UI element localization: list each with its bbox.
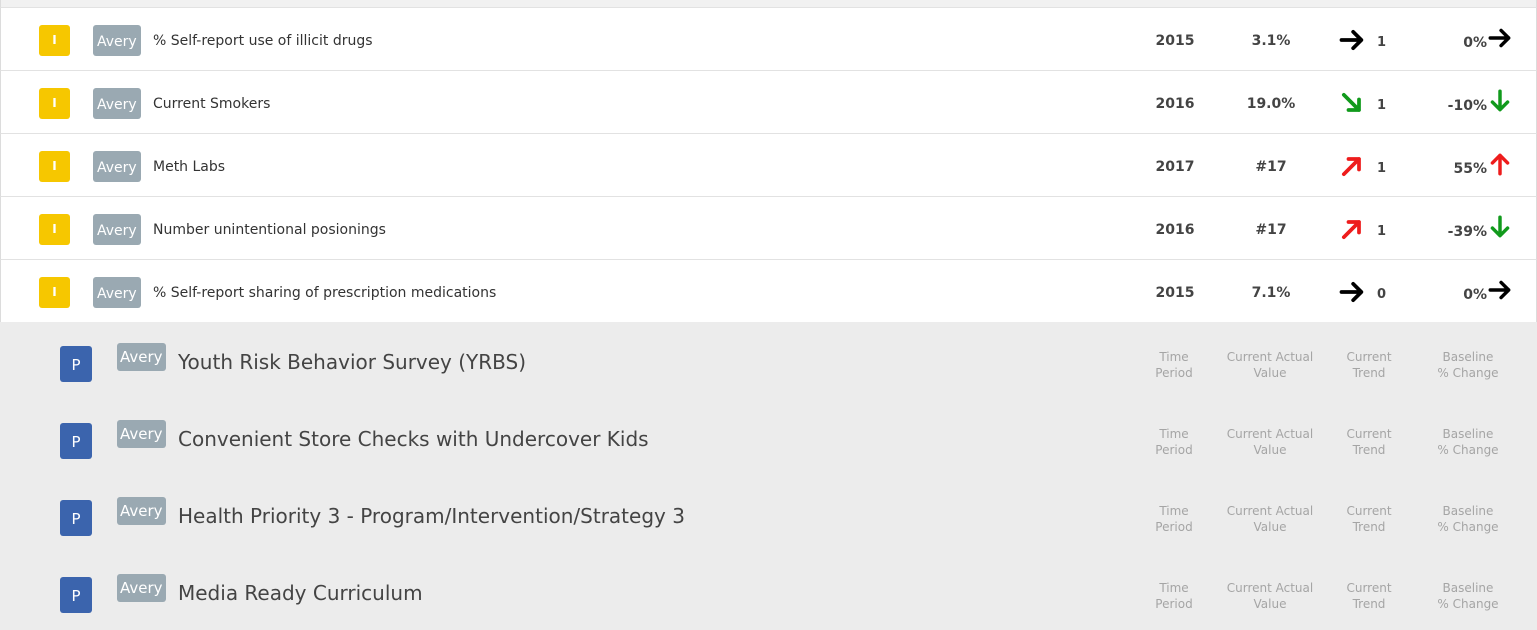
indicator-title[interactable]: % Self-report use of illicit drugs	[153, 31, 373, 51]
indicator-row[interactable]: I Avery Number unintentional posionings …	[0, 196, 1537, 259]
header-current-value: Current Actual Value	[1226, 427, 1314, 457]
indicator-title[interactable]: Number unintentional posionings	[153, 220, 386, 240]
header-current-trend: Current Trend	[1346, 504, 1392, 534]
header-time-period: Time Period	[1155, 581, 1193, 611]
program-badge: P	[60, 500, 92, 536]
header-current-trend: Current Trend	[1346, 427, 1392, 457]
header-time-period: Time Period	[1155, 504, 1193, 534]
baseline-change: -39%	[1447, 224, 1487, 240]
change-right-arrow-icon	[1487, 23, 1515, 53]
program-badge: P	[60, 423, 92, 459]
indicator-badge: I	[39, 277, 70, 308]
indicator-badge: I	[39, 151, 70, 182]
header-time-period: Time Period	[1155, 350, 1193, 380]
owner-tag: Avery	[93, 214, 141, 245]
indicator-row[interactable]: I Avery Meth Labs 2017 #17 1 55%	[0, 133, 1537, 196]
indicator-badge: I	[39, 214, 70, 245]
baseline-change: 55%	[1453, 161, 1487, 177]
baseline-change: -10%	[1447, 98, 1487, 114]
header-current-value: Current Actual Value	[1226, 504, 1314, 534]
header-current-value: Current Actual Value	[1226, 581, 1314, 611]
current-value: 19.0%	[1246, 96, 1296, 112]
owner-tag: Avery	[93, 151, 141, 182]
current-value: 3.1%	[1251, 33, 1291, 49]
time-period: 2016	[1155, 96, 1195, 112]
time-period: 2015	[1155, 33, 1195, 49]
time-period: 2016	[1155, 222, 1195, 238]
current-value: #17	[1255, 222, 1287, 238]
indicator-row[interactable]: I Avery % Self-report use of illicit dru…	[0, 7, 1537, 70]
header-baseline-change: Baseline% Change	[1437, 504, 1499, 534]
indicator-title[interactable]: Meth Labs	[153, 157, 225, 177]
trend-count: 1	[1377, 35, 1387, 50]
program-row[interactable]: P Avery Youth Risk Behavior Survey (YRBS…	[0, 322, 1537, 399]
trend-down-right-arrow-icon	[1337, 89, 1371, 117]
owner-tag: Avery	[117, 497, 166, 525]
indicator-row[interactable]: I Avery % Self-report sharing of prescri…	[0, 259, 1537, 322]
owner-tag: Avery	[93, 25, 141, 56]
program-title[interactable]: Youth Risk Behavior Survey (YRBS)	[178, 347, 526, 377]
indicator-title[interactable]: % Self-report sharing of prescription me…	[153, 283, 496, 303]
indicator-title[interactable]: Current Smokers	[153, 94, 270, 114]
header-time-period: Time Period	[1155, 427, 1193, 457]
header-baseline-change: Baseline% Change	[1437, 581, 1499, 611]
trend-right-arrow-icon	[1337, 278, 1371, 306]
owner-tag: Avery	[93, 277, 141, 308]
owner-tag: Avery	[117, 420, 166, 448]
header-baseline-change: Baseline% Change	[1437, 427, 1499, 457]
header-current-trend: Current Trend	[1346, 350, 1392, 380]
current-value: 7.1%	[1251, 285, 1291, 301]
time-period: 2015	[1155, 285, 1195, 301]
indicator-badge: I	[39, 88, 70, 119]
indicator-row[interactable]: I Avery Current Smokers 2016 19.0% 1 -10…	[0, 70, 1537, 133]
trend-count: 0	[1377, 287, 1387, 302]
trend-up-right-arrow-icon	[1337, 152, 1371, 180]
trend-right-arrow-icon	[1337, 26, 1371, 54]
header-baseline-change: Baseline% Change	[1437, 350, 1499, 380]
program-title[interactable]: Health Priority 3 - Program/Intervention…	[178, 501, 685, 531]
program-row[interactable]: P Avery Media Ready Curriculum Time Perio…	[0, 553, 1537, 630]
change-down-arrow-icon	[1487, 212, 1515, 242]
owner-tag: Avery	[93, 88, 141, 119]
baseline-change: 0%	[1463, 287, 1487, 303]
program-title[interactable]: Convenient Store Checks with Undercover …	[178, 424, 649, 454]
baseline-change: 0%	[1463, 35, 1487, 51]
program-row[interactable]: P Avery Convenient Store Checks with Und…	[0, 399, 1537, 476]
trend-count: 1	[1377, 224, 1387, 239]
change-up-arrow-icon	[1487, 149, 1515, 179]
time-period: 2017	[1155, 159, 1195, 175]
trend-count: 1	[1377, 161, 1387, 176]
program-title[interactable]: Media Ready Curriculum	[178, 578, 423, 608]
trend-count: 1	[1377, 98, 1387, 113]
program-row[interactable]: P Avery Health Priority 3 - Program/Inte…	[0, 476, 1537, 553]
owner-tag: Avery	[117, 574, 166, 602]
change-down-arrow-icon	[1487, 86, 1515, 116]
top-strip	[0, 0, 1537, 7]
header-current-trend: Current Trend	[1346, 581, 1392, 611]
current-value: #17	[1255, 159, 1287, 175]
program-badge: P	[60, 577, 92, 613]
change-right-arrow-icon	[1487, 275, 1515, 305]
header-current-value: Current Actual Value	[1226, 350, 1314, 380]
trend-up-right-arrow-icon	[1337, 215, 1371, 243]
scorecard-list: I Avery % Self-report use of illicit dru…	[0, 0, 1537, 630]
owner-tag: Avery	[117, 343, 166, 371]
indicator-badge: I	[39, 25, 70, 56]
program-badge: P	[60, 346, 92, 382]
